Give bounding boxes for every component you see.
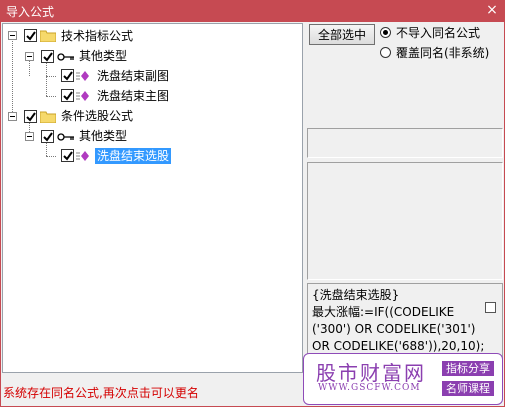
tree-node-label-selected[interactable]: 洗盘结束选股: [95, 148, 172, 164]
tree-checkbox-type1[interactable]: [41, 50, 54, 63]
tree-checkbox-item3[interactable]: [61, 149, 74, 162]
key-icon: [57, 133, 74, 141]
tree-checkbox-type2[interactable]: [41, 130, 54, 143]
formula-icon: [76, 151, 89, 161]
tree-node-label[interactable]: 其他类型: [77, 128, 129, 144]
desc-line: {洗盘结束选股}: [312, 288, 400, 302]
select-all-button[interactable]: 全部选中: [309, 24, 375, 45]
tree-node-label[interactable]: 洗盘结束主图: [95, 88, 171, 104]
tree-checkbox-root2[interactable]: [24, 110, 37, 123]
check-icon: [26, 112, 36, 122]
title-bar: 导入公式 ×: [0, 0, 505, 22]
tree-line: [46, 156, 56, 157]
watermark-brand: 股市财富网: [316, 361, 426, 385]
tree-line: [46, 76, 56, 77]
tree-checkbox-root1[interactable]: [24, 29, 37, 42]
desc-line: 最大涨幅:=IF((CODELIKE: [312, 305, 455, 319]
watermark-tag: 指标分享: [442, 361, 494, 376]
tree-line: [46, 96, 56, 97]
check-icon: [63, 91, 73, 101]
tree-node-label[interactable]: 其他类型: [77, 48, 129, 64]
folder-icon: [40, 30, 56, 42]
desc-line: ('300') OR CODELIKE('301'): [312, 322, 476, 336]
radio-label: 覆盖同名(非系统): [396, 46, 490, 60]
info-panel: [307, 128, 503, 158]
preview-panel: [307, 162, 503, 280]
collapse-icon[interactable]: [8, 31, 17, 40]
watermark-url: WWW.GSCFW.COM: [318, 383, 421, 393]
tree-node-label[interactable]: 条件选股公式: [59, 108, 135, 124]
collapse-icon[interactable]: [25, 132, 34, 141]
formula-icon: [76, 71, 89, 81]
radio-selected-icon: [380, 27, 391, 38]
check-icon: [63, 71, 73, 81]
watermark-logo: 股市财富网 WWW.GSCFW.COM 指标分享 名师课程: [303, 353, 503, 405]
collapse-icon[interactable]: [8, 112, 17, 121]
check-icon: [63, 151, 73, 161]
close-icon[interactable]: ×: [483, 1, 501, 19]
tree-checkbox-item1[interactable]: [61, 69, 74, 82]
tree-node-label[interactable]: 技术指标公式: [59, 28, 135, 44]
status-message: 系统存在同名公式,再次点击可以更名: [3, 386, 199, 400]
radio-label: 不导入同名公式: [396, 26, 481, 40]
tree-checkbox-item2[interactable]: [61, 89, 74, 102]
window-title: 导入公式: [6, 5, 55, 19]
watermark-tag: 名师课程: [442, 381, 494, 396]
check-icon: [43, 132, 53, 142]
folder-icon: [40, 111, 56, 123]
tree-line: [12, 38, 13, 116]
key-icon: [57, 53, 74, 61]
check-icon: [43, 52, 53, 62]
formula-icon: [76, 91, 89, 101]
collapse-icon[interactable]: [25, 52, 34, 61]
description-checkbox[interactable]: [485, 302, 496, 313]
radio-unselected-icon: [380, 47, 391, 58]
check-icon: [26, 31, 36, 41]
tree-line: [46, 58, 47, 96]
tree-node-label[interactable]: 洗盘结束副图: [95, 68, 171, 84]
formula-tree[interactable]: 技术指标公式 其他类型 洗盘结束副图 洗盘结束主图 条件选股公式 其他类型 洗盘…: [2, 23, 303, 373]
